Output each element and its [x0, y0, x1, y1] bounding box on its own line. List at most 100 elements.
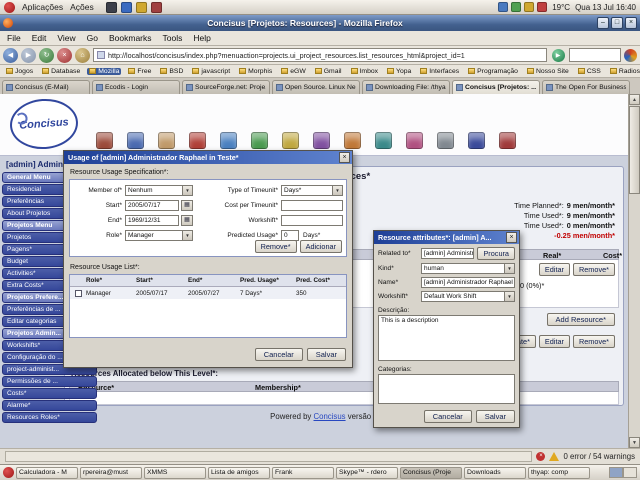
bookmark-item[interactable]: Mozilla: [87, 67, 122, 75]
taskbar-item[interactable]: Lista de amigos: [208, 466, 270, 479]
tray-update-icon[interactable]: [511, 2, 522, 12]
chat-icon[interactable]: [406, 132, 423, 149]
browser-tab[interactable]: Concisus [Projetos: ...: [452, 80, 540, 94]
taskbar-item[interactable]: XMMS: [144, 466, 206, 479]
column-header[interactable]: End*: [188, 277, 240, 284]
menu-item[interactable]: Tools: [163, 33, 183, 43]
bookmark-item[interactable]: Morphis: [237, 68, 274, 75]
concisus-link[interactable]: Concisus: [314, 412, 346, 421]
editor-icon[interactable]: [150, 1, 162, 13]
bookmark-item[interactable]: Nosso Site: [525, 68, 571, 75]
actions-menu[interactable]: Ações: [70, 2, 94, 12]
temperature-applet[interactable]: 19°C: [552, 3, 570, 12]
taskbar-item[interactable]: Frank: [272, 466, 334, 479]
files-icon[interactable]: [282, 132, 299, 149]
member-of-select[interactable]: Nenhum: [125, 185, 193, 196]
column-header[interactable]: Start*: [136, 277, 188, 284]
mail-icon[interactable]: [135, 1, 147, 13]
tray-network-icon[interactable]: [498, 2, 509, 12]
back-icon[interactable]: ◀: [3, 47, 18, 63]
projects-icon[interactable]: [251, 132, 268, 149]
taskbar-item[interactable]: Calculadora - M: [16, 466, 78, 479]
save-button[interactable]: Salvar: [475, 410, 515, 423]
bookmark-item[interactable]: Interfaces: [418, 68, 461, 75]
close-icon[interactable]: ×: [506, 232, 517, 243]
menu-item[interactable]: File: [7, 33, 21, 43]
error-icon[interactable]: ×: [536, 452, 546, 461]
workspace-1[interactable]: [609, 467, 623, 478]
browser-tab[interactable]: Open Source. Linux Ne...: [272, 80, 360, 94]
timeunit-select[interactable]: Days*: [281, 185, 343, 196]
cancel-button[interactable]: Cancelar: [423, 410, 472, 423]
kind-select[interactable]: human: [421, 263, 515, 274]
forward-icon[interactable]: ▶: [21, 47, 36, 63]
end-date-input[interactable]: 1969/12/31: [125, 215, 179, 226]
description-textarea[interactable]: This is a description: [378, 315, 515, 361]
window-titlebar[interactable]: Concisus [Projetos: Resources] - Mozilla…: [0, 15, 640, 31]
start-date-input[interactable]: 2005/07/17: [125, 200, 179, 211]
email-icon[interactable]: [189, 132, 206, 149]
workspace-2[interactable]: [623, 467, 637, 478]
stop-icon[interactable]: ×: [57, 47, 72, 63]
remove-button[interactable]: Remove*: [572, 335, 615, 348]
close-icon[interactable]: ×: [339, 152, 350, 163]
close-icon[interactable]: ×: [625, 17, 637, 29]
browser-tab[interactable]: Downloading File: /thya...: [362, 80, 450, 94]
infolog-icon[interactable]: [220, 132, 237, 149]
wiki-icon[interactable]: [313, 132, 330, 149]
edit-button[interactable]: Editar: [538, 263, 570, 276]
role-select[interactable]: Manager: [125, 230, 193, 241]
start-calendar-icon[interactable]: ▦: [181, 200, 193, 211]
polls-icon[interactable]: [437, 132, 454, 149]
sidebar-item[interactable]: Permissões de ...: [2, 376, 97, 387]
distro-menu-icon[interactable]: [4, 1, 15, 13]
remove-button[interactable]: Remove*: [572, 263, 615, 276]
workshift-select[interactable]: Default Work Shift: [421, 291, 515, 302]
usage-dialog-titlebar[interactable]: Usage of [admin] Administrador Raphael i…: [64, 151, 352, 164]
bookmark-item[interactable]: javascript: [190, 68, 232, 75]
column-membership[interactable]: Membership*: [255, 383, 301, 392]
sidebar-item[interactable]: Alarme*: [2, 400, 97, 411]
taskbar-item[interactable]: Skype™ - rdero: [336, 466, 398, 479]
home-icon[interactable]: ⌂: [75, 47, 90, 63]
reload-icon[interactable]: ↻: [39, 47, 54, 63]
attributes-dialog-titlebar[interactable]: Resource attributes*: [admin] A... ×: [374, 231, 519, 244]
scrollbar-thumb[interactable]: [629, 106, 640, 194]
admin-icon[interactable]: [468, 132, 485, 149]
bookmark-item[interactable]: CSS: [576, 68, 603, 75]
workshift-input[interactable]: [281, 215, 343, 226]
terminal-icon[interactable]: [105, 1, 117, 13]
sidebar-item[interactable]: Resources Roles*: [2, 412, 97, 423]
usage-add-button[interactable]: Adicionar: [299, 240, 342, 253]
bookmark-item[interactable]: Yopa: [385, 68, 413, 75]
taskbar-item[interactable]: Concisus (Proje: [400, 466, 462, 479]
column-cost[interactable]: Cost*: [603, 251, 622, 260]
edit-button[interactable]: Editar: [538, 335, 570, 348]
concisus-logo[interactable]: Concisus: [8, 96, 80, 152]
warning-icon[interactable]: [549, 452, 560, 461]
bookmark-item[interactable]: Jogos: [4, 68, 35, 75]
go-button[interactable]: ▶: [550, 47, 566, 63]
bookmark-item[interactable]: Imbox: [349, 68, 381, 75]
menu-item[interactable]: View: [57, 33, 75, 43]
taskbar-item[interactable]: rpereira@must: [80, 466, 142, 479]
column-header[interactable]: Pred. Usage*: [240, 277, 296, 284]
vertical-scrollbar[interactable]: ▲ ▼: [628, 94, 640, 448]
addressbook-icon[interactable]: [127, 132, 144, 149]
url-bar[interactable]: http://localhost/concisus/index.php?menu…: [93, 48, 547, 62]
applications-menu[interactable]: Aplicações: [22, 2, 63, 12]
taskbar-item[interactable]: Downloads: [464, 466, 526, 479]
column-header[interactable]: Pred. Cost*: [296, 277, 340, 284]
taskbar-item[interactable]: thyap: comp: [528, 466, 590, 479]
menu-item[interactable]: Edit: [32, 33, 47, 43]
taskbar-menu-icon[interactable]: [3, 467, 14, 478]
search-button[interactable]: Procura: [477, 247, 515, 260]
menu-item[interactable]: Help: [193, 33, 210, 43]
browser-tab[interactable]: Concisus (E-Mail): [2, 80, 90, 94]
browser-tab[interactable]: SourceForge.net: Proje...: [182, 80, 270, 94]
scroll-down-icon[interactable]: ▼: [629, 437, 640, 448]
menu-item[interactable]: Go: [87, 33, 98, 43]
bookmark-item[interactable]: Radios: [608, 68, 640, 75]
home-icon[interactable]: [96, 132, 113, 149]
tray-volume-icon[interactable]: [524, 2, 535, 12]
